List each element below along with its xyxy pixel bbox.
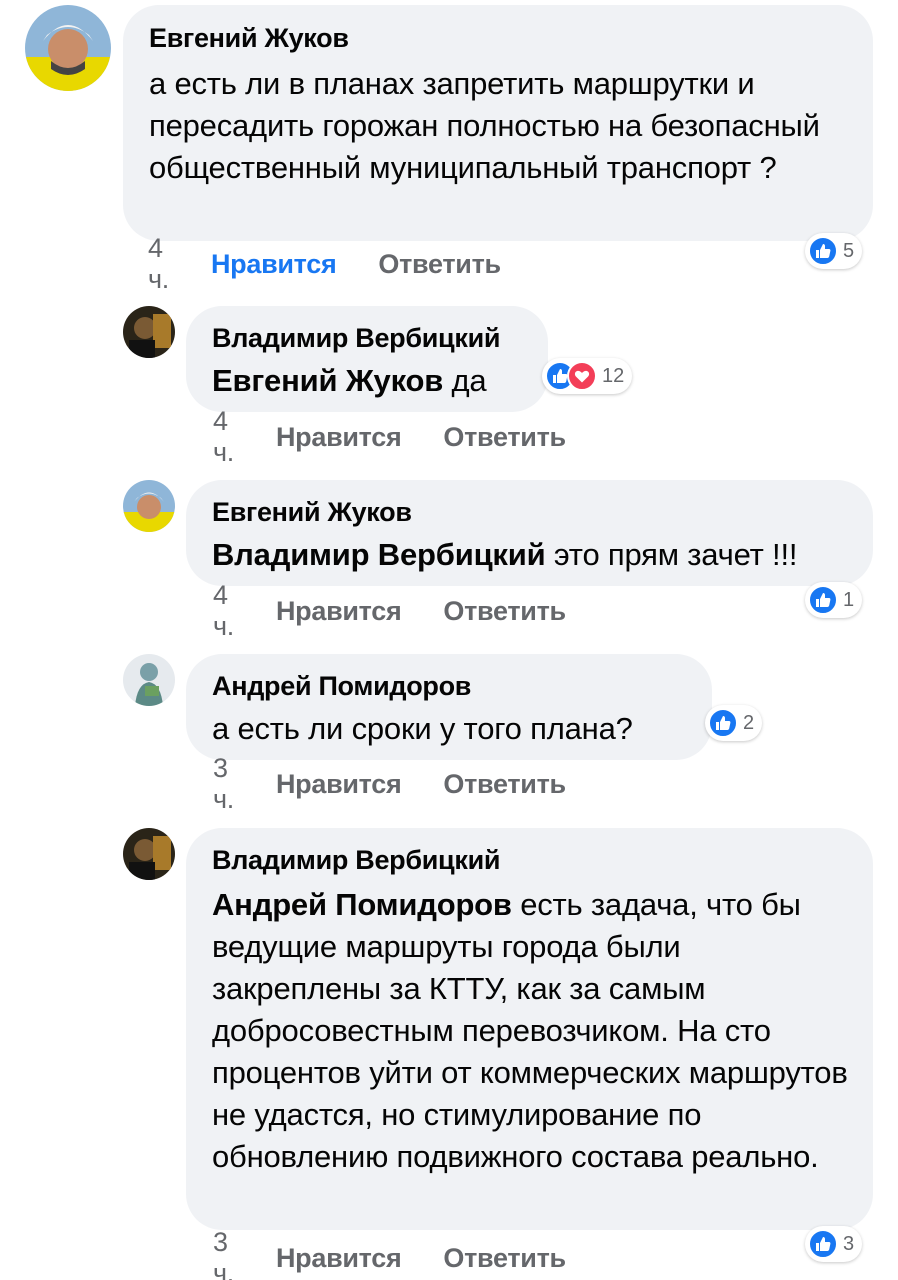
reaction-count: 3: [843, 1232, 855, 1255]
like-icon: [708, 708, 738, 738]
reply-button[interactable]: Ответить: [378, 249, 501, 280]
like-icon: [808, 1229, 838, 1259]
comment-time[interactable]: 4 ч.: [148, 233, 169, 295]
avatar[interactable]: [123, 828, 175, 880]
avatar[interactable]: [25, 5, 111, 91]
comment-actions: 3 ч. Нравится Ответить: [213, 753, 566, 814]
like-button[interactable]: Нравится: [276, 1243, 402, 1274]
comment-bubble: Владимир Вербицкий Евгений Жуков да: [186, 306, 548, 412]
comment-bubble: Андрей Помидоров а есть ли сроки у того …: [186, 654, 712, 760]
comment-author[interactable]: Владимир Вербицкий: [212, 321, 524, 355]
comment-time[interactable]: 4 ч.: [213, 580, 234, 642]
comment-text: да: [443, 363, 487, 398]
mention-link[interactable]: Владимир Вербицкий: [212, 537, 546, 572]
like-button[interactable]: Нравится: [276, 596, 402, 627]
comment-author[interactable]: Евгений Жуков: [212, 495, 849, 529]
reactions-summary[interactable]: 5: [805, 233, 863, 269]
like-button[interactable]: Нравится: [276, 769, 402, 800]
comment-actions: 3 ч. Нравится Ответить: [213, 1227, 566, 1280]
comment-author[interactable]: Андрей Помидоров: [212, 669, 688, 703]
reactions-summary[interactable]: 2: [705, 705, 763, 741]
reply-button[interactable]: Ответить: [443, 1243, 566, 1274]
reaction-count: 2: [743, 711, 755, 734]
comment-text: это прям зачет !!!: [545, 537, 798, 572]
like-icon: [808, 236, 838, 266]
reactions-summary[interactable]: 12: [542, 358, 633, 394]
reply-button[interactable]: Ответить: [443, 596, 566, 627]
reaction-count: 1: [843, 588, 855, 611]
reactions-summary[interactable]: 1: [805, 582, 863, 618]
comment-time[interactable]: 4 ч.: [213, 406, 234, 468]
comment-author[interactable]: Евгений Жуков: [149, 21, 849, 55]
avatar[interactable]: [123, 306, 175, 358]
comment-text: есть задача, что бы ведущие маршруты гор…: [212, 887, 848, 1174]
love-icon: [567, 361, 597, 391]
comment-bubble: Евгений Жуков Владимир Вербицкий это пря…: [186, 480, 873, 586]
comment-bubble: Владимир Вербицкий Андрей Помидоров есть…: [186, 828, 873, 1230]
comment-author[interactable]: Владимир Вербицкий: [212, 843, 853, 877]
comment-time[interactable]: 3 ч.: [213, 753, 234, 815]
comment-actions: 4 ч. Нравится Ответить: [213, 406, 566, 467]
like-icon: [808, 585, 838, 615]
comment-actions: 4 ч. Нравится Ответить: [213, 580, 566, 641]
mention-link[interactable]: Андрей Помидоров: [212, 887, 512, 922]
like-button[interactable]: Нравится: [211, 249, 337, 280]
comment-actions: 4 ч. Нравится Ответить: [148, 233, 501, 294]
like-button[interactable]: Нравится: [276, 422, 402, 453]
comment-thread: Евгений Жуков а есть ли в планах запрети…: [0, 0, 898, 1280]
comment-text: а есть ли в планах запретить маршрутки и…: [149, 66, 820, 185]
reply-button[interactable]: Ответить: [443, 422, 566, 453]
mention-link[interactable]: Евгений Жуков: [212, 363, 443, 398]
reactions-summary[interactable]: 3: [805, 1226, 863, 1262]
avatar[interactable]: [123, 480, 175, 532]
avatar[interactable]: [123, 654, 175, 706]
reaction-count: 5: [843, 239, 855, 262]
comment-bubble: Евгений Жуков а есть ли в планах запрети…: [123, 5, 873, 241]
comment-text: а есть ли сроки у того плана?: [212, 711, 633, 746]
reaction-count: 12: [602, 364, 625, 387]
reply-button[interactable]: Ответить: [443, 769, 566, 800]
comment-time[interactable]: 3 ч.: [213, 1227, 234, 1280]
